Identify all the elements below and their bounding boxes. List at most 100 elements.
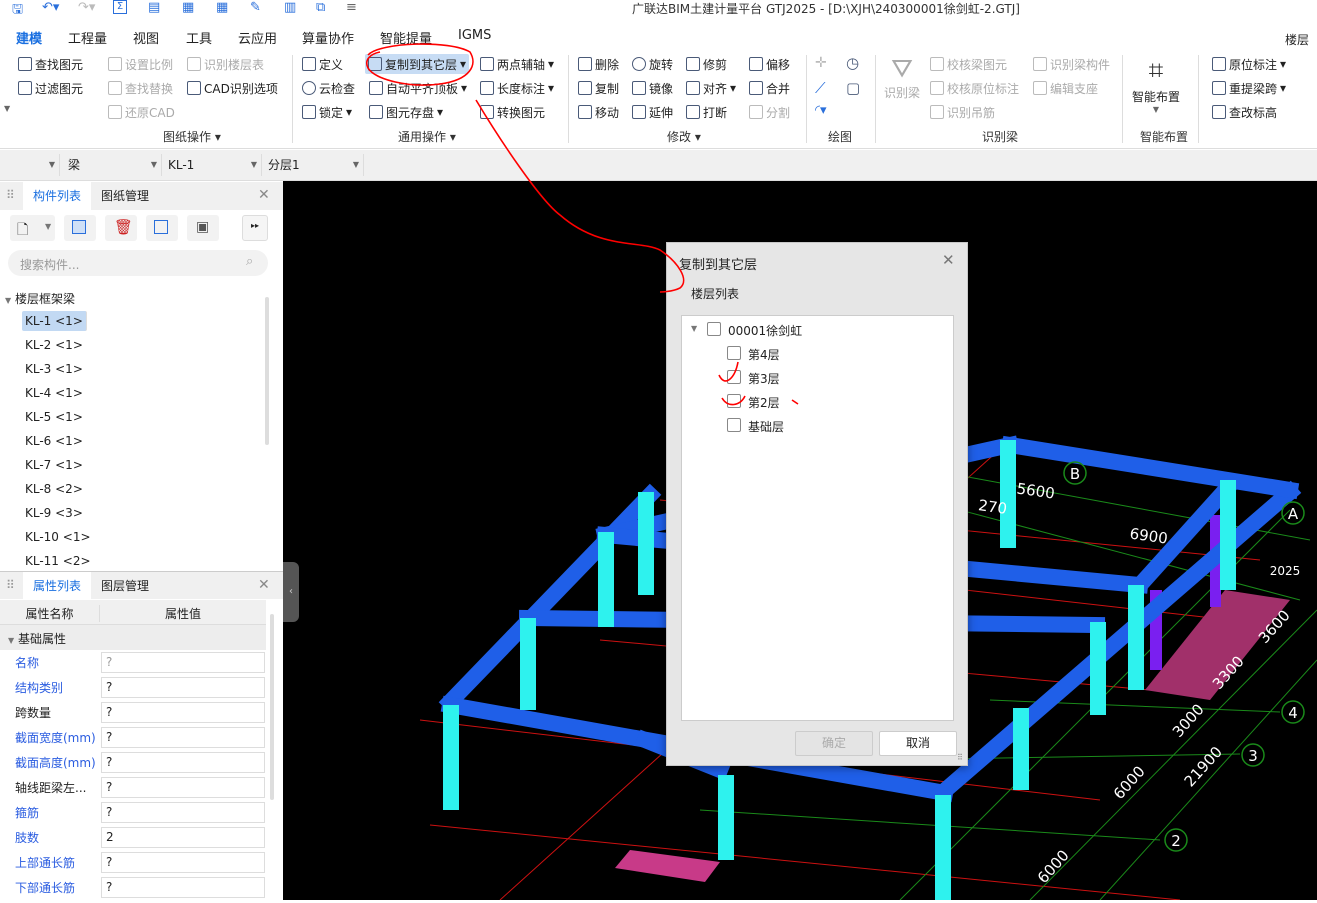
redo-icon[interactable]: ↷▾ (78, 0, 95, 18)
group-label-general-ops[interactable]: 通用操作 ▾ (398, 128, 456, 145)
copy-button[interactable]: 复制 (578, 78, 619, 98)
tab-collab[interactable]: 算量协作 (302, 28, 354, 47)
tab-quantity[interactable]: 工程量 (68, 28, 107, 47)
save-icon[interactable]: 🖫 (12, 0, 23, 18)
lock-button[interactable]: 锁定 ▾ (302, 102, 352, 122)
align-button[interactable]: 对齐 ▾ (686, 78, 736, 98)
search-input[interactable]: 搜索构件... ⌕ (8, 250, 268, 276)
point-icon[interactable]: ✛ (815, 55, 827, 71)
tab-layer-manage[interactable]: 图层管理 (91, 572, 159, 600)
circle-icon[interactable]: ◷ (846, 54, 859, 72)
layer-select[interactable]: 分层1 ▼ (262, 154, 364, 176)
drag-handle-icon[interactable]: ⠿ (6, 188, 15, 202)
checkbox-floor-4[interactable] (727, 346, 741, 360)
group-label-modify[interactable]: 修改 ▾ (667, 128, 701, 145)
property-value-input[interactable]: ? (101, 802, 265, 823)
ok-button[interactable]: 确定 (795, 731, 873, 756)
two-point-axis-button[interactable]: 两点辅轴 ▾ (480, 54, 554, 74)
save-component-button[interactable]: ▣ (187, 215, 219, 241)
tab-drawing-manage[interactable]: 图纸管理 (91, 182, 159, 210)
filter-element-button[interactable]: 过滤图元 (18, 78, 83, 98)
identify-beam-big-button[interactable]: ⛛ 识别梁 (884, 54, 920, 101)
identify-floor-table-button[interactable]: 识别楼层表 (187, 54, 264, 74)
pen-icon[interactable]: ✎ (250, 0, 261, 18)
grid-icon[interactable]: ▦ (182, 0, 194, 18)
save-element-button[interactable]: 图元存盘 ▾ (369, 102, 443, 122)
delete-component-button[interactable]: 🗑 (105, 215, 137, 241)
new-component-button[interactable]: 🗋 ▼ (10, 215, 55, 241)
split-button[interactable]: 分割 (749, 102, 790, 122)
group-label-drawing-ops[interactable]: 图纸操作 ▾ (163, 128, 221, 145)
length-dimension-button[interactable]: 长度标注 ▾ (480, 78, 554, 98)
cloud-check-button[interactable]: 云检查 (302, 78, 355, 98)
component-list-item[interactable]: KL-1 <1> (22, 311, 87, 331)
component-list-item[interactable]: KL-9 <3> (22, 503, 86, 523)
auto-align-slab-button[interactable]: 自动平齐顶板 ▾ (369, 78, 467, 98)
tab-view[interactable]: 视图 (133, 28, 159, 47)
trim-button[interactable]: 修剪 (686, 54, 727, 74)
search-icon[interactable]: ⌕ (246, 254, 253, 269)
mirror-button[interactable]: 镜像 (632, 78, 673, 98)
delete-button[interactable]: 删除 (578, 54, 619, 74)
copy-component-button[interactable] (64, 215, 96, 241)
more-icon[interactable]: ≡ (346, 0, 357, 18)
identify-beam-component-button[interactable]: 识别梁构件 (1033, 54, 1110, 74)
move-button[interactable]: 移动 (578, 102, 619, 122)
component-list-item[interactable]: KL-2 <1> (22, 335, 86, 355)
checkbox-root[interactable] (707, 322, 721, 336)
expand-toolbar-button[interactable]: ▸▸ (242, 215, 268, 241)
property-value-input[interactable]: ? (101, 852, 265, 873)
checkbox-foundation[interactable] (727, 418, 741, 432)
tab-smart[interactable]: 智能提量 (380, 28, 432, 47)
smart-layout-big-button[interactable]: ⌗ 智能布置 ▼ (1128, 54, 1184, 114)
cancel-button[interactable]: 取消 (879, 731, 957, 756)
property-value-input[interactable]: ? (101, 677, 265, 698)
find-element-button[interactable]: 查找图元 (18, 54, 83, 74)
checkbox-floor-3[interactable] (727, 370, 741, 384)
rectangle-icon[interactable]: ▢ (846, 79, 860, 97)
identify-hanger-button[interactable]: 识别吊筋 (930, 102, 995, 122)
component-list-item[interactable]: KL-6 <1> (22, 431, 86, 451)
layout-icon[interactable]: ▥ (284, 0, 296, 18)
type-select[interactable]: 梁 ▼ (60, 154, 162, 176)
convert-element-button[interactable]: 转换图元 (480, 102, 545, 122)
chevron-down-icon[interactable]: ▼ (4, 104, 10, 113)
property-value-input[interactable]: ? (101, 652, 265, 673)
grid-search-icon[interactable]: ▦ (216, 0, 228, 18)
check-beam-button[interactable]: 校核梁图元 (930, 54, 1007, 74)
close-icon[interactable]: ✕ (258, 187, 270, 203)
tab-igms[interactable]: IGMS (458, 28, 491, 43)
property-value-input[interactable]: ? (101, 752, 265, 773)
component-list-item[interactable]: KL-7 <1> (22, 455, 86, 475)
component-select[interactable]: KL-1 ▼ (162, 154, 262, 176)
set-scale-button[interactable]: 设置比例 (108, 54, 173, 74)
break-button[interactable]: 打断 (686, 102, 727, 122)
checkbox-floor-2[interactable] (727, 394, 741, 408)
component-list-item[interactable]: KL-11 <2> (22, 551, 94, 571)
check-annotation-button[interactable]: 校核原位标注 (930, 78, 1019, 98)
merge-button[interactable]: 合并 (749, 78, 790, 98)
undo-icon[interactable]: ↶▾ (42, 0, 59, 18)
property-group-row[interactable]: ▼ 基础属性 (0, 625, 266, 650)
cad-options-button[interactable]: CAD识别选项 (187, 78, 278, 98)
component-list-item[interactable]: KL-5 <1> (22, 407, 86, 427)
tree-group[interactable]: ▼ 楼层框架梁 (5, 290, 75, 307)
report-icon[interactable]: ▤ (148, 0, 160, 18)
sum-icon[interactable]: Σ (113, 0, 127, 14)
component-list-item[interactable]: KL-8 <2> (22, 479, 86, 499)
offset-button[interactable]: 偏移 (749, 54, 790, 74)
property-value-input[interactable]: ? (101, 702, 265, 723)
tab-component-list[interactable]: 构件列表 (23, 182, 92, 210)
close-icon[interactable]: ✕ (258, 577, 270, 593)
expand-icon[interactable]: ▼ (691, 324, 697, 333)
scrollbar[interactable] (270, 614, 274, 800)
tab-tools[interactable]: 工具 (186, 28, 212, 47)
copy-to-other-floors-button[interactable]: 复制到其它层 ▾ (365, 54, 470, 74)
close-icon[interactable]: ✕ (942, 251, 955, 269)
change-elevation-button[interactable]: 查改标高 (1212, 102, 1277, 122)
line-icon[interactable]: ⟋ (815, 79, 826, 97)
drag-handle-icon[interactable]: ⠿ (6, 578, 15, 592)
floor-select[interactable]: ▼ (0, 154, 60, 176)
property-value-input[interactable]: 2 (101, 827, 265, 848)
tab-property-list[interactable]: 属性列表 (23, 572, 92, 600)
